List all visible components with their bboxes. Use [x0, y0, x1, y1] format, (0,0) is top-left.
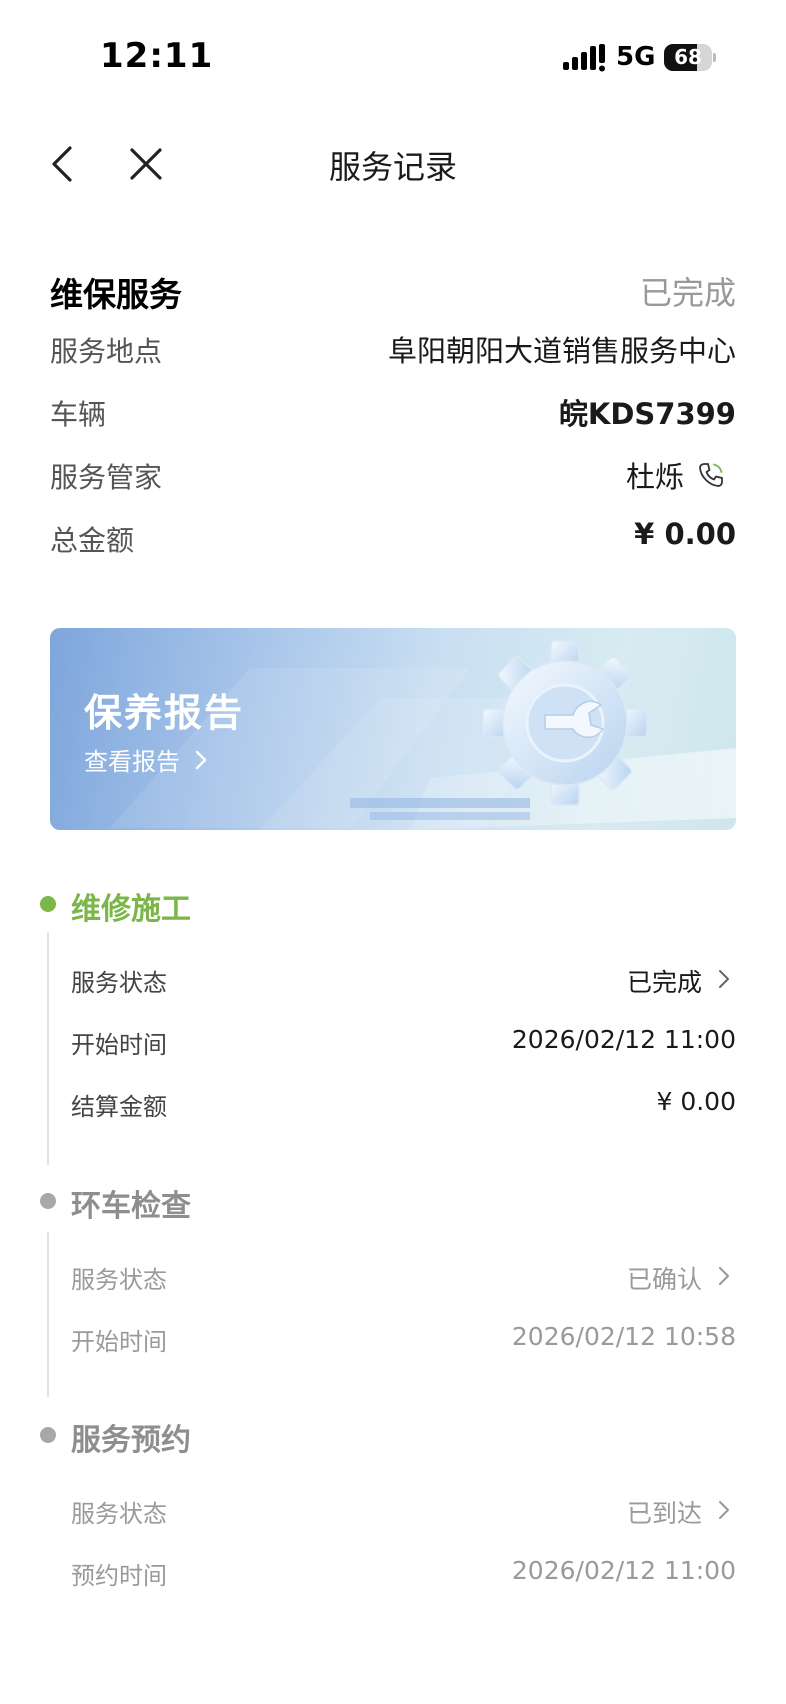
summary-label: 服务管家: [50, 461, 163, 494]
summary-status: 已完成: [639, 274, 736, 312]
summary-value: ¥ 0.00: [634, 517, 736, 551]
timeline-row-status[interactable]: 服务状态 已完成: [71, 963, 736, 1003]
timeline-dot: [40, 1193, 56, 1209]
timeline-label: 结算金额: [71, 1093, 167, 1121]
view-report-link[interactable]: 查看报告: [84, 742, 208, 777]
page-title: 服务记录: [328, 148, 457, 186]
nav-bar: 服务记录: [0, 120, 786, 210]
timeline-stage-title: 维修施工: [71, 892, 191, 927]
advisor-contact[interactable]: 杜烁: [626, 454, 726, 496]
timeline-dot: [40, 1427, 56, 1443]
timeline-value: 已确认: [626, 1265, 702, 1294]
timeline-stage-title: 服务预约: [71, 1423, 191, 1458]
timeline-label: 服务状态: [71, 1500, 167, 1528]
timeline-line: [47, 1232, 49, 1397]
signal-icon: [563, 44, 605, 72]
summary-row-vehicle: 车辆 皖KDS7399: [50, 377, 736, 440]
view-report-label: 查看报告: [84, 748, 180, 776]
timeline-stage-title: 环车检查: [71, 1189, 191, 1224]
summary-title: 维保服务: [50, 275, 182, 314]
timeline-value: 已完成: [626, 968, 702, 997]
timeline-label: 预约时间: [71, 1562, 167, 1590]
summary-row-advisor: 服务管家 杜烁: [50, 440, 736, 503]
phone-icon[interactable]: [696, 460, 726, 490]
chevron-left-icon[interactable]: [44, 142, 84, 186]
timeline-label: 开始时间: [71, 1328, 167, 1356]
summary-label: 总金额: [50, 524, 135, 557]
maintenance-report-banner[interactable]: 保养报告 查看报告: [50, 628, 736, 830]
network-label: 5G: [616, 42, 656, 72]
timeline-value: 2026/02/12 11:00: [511, 1556, 736, 1585]
status-bar: 12:11 5G 68: [0, 0, 786, 90]
timeline-row-status[interactable]: 服务状态 已到达: [71, 1494, 736, 1534]
battery-body: 68: [664, 44, 712, 71]
timeline-label: 服务状态: [71, 969, 167, 997]
service-summary: 维保服务 已完成 服务地点 阜阳朝阳大道销售服务中心 车辆 皖KDS7399 服…: [50, 262, 736, 566]
chevron-right-icon: [719, 1267, 729, 1285]
battery-icon: 68: [664, 44, 716, 71]
timeline-row-appointment-time: 预约时间 2026/02/12 11:00: [71, 1556, 736, 1596]
summary-header: 维保服务 已完成: [50, 262, 736, 314]
timeline-row-start-time: 开始时间 2026/02/12 10:58: [71, 1322, 736, 1362]
timeline-row-amount: 结算金额 ¥ 0.00: [71, 1087, 736, 1127]
summary-value: 皖KDS7399: [558, 397, 736, 431]
summary-label: 服务地点: [50, 335, 163, 368]
status-time: 12:11: [100, 36, 214, 76]
advisor-name: 杜烁: [625, 460, 684, 494]
timeline-dot: [40, 896, 56, 912]
report-title: 保养报告: [84, 691, 245, 735]
timeline-value: ¥ 0.00: [656, 1087, 736, 1116]
summary-label: 车辆: [50, 398, 107, 431]
timeline-value: 2026/02/12 11:00: [511, 1025, 736, 1054]
timeline-label: 服务状态: [71, 1266, 167, 1294]
summary-row-location: 服务地点 阜阳朝阳大道销售服务中心: [50, 314, 736, 377]
battery-cap: [713, 53, 716, 62]
chevron-right-icon: [719, 970, 729, 988]
chevron-right-icon: [195, 750, 207, 769]
timeline-value: 2026/02/12 10:58: [511, 1322, 736, 1351]
close-icon[interactable]: [124, 142, 168, 186]
battery-level: 68: [674, 45, 702, 69]
timeline-row-start-time: 开始时间 2026/02/12 11:00: [71, 1025, 736, 1065]
timeline-line: [47, 932, 49, 1165]
summary-row-total: 总金额 ¥ 0.00: [50, 503, 736, 566]
timeline-value: 已到达: [626, 1499, 702, 1528]
chevron-right-icon: [719, 1501, 729, 1519]
summary-value: 阜阳朝阳大道销售服务中心: [387, 334, 736, 368]
timeline-label: 开始时间: [71, 1031, 167, 1059]
timeline-row-status[interactable]: 服务状态 已确认: [71, 1260, 736, 1300]
